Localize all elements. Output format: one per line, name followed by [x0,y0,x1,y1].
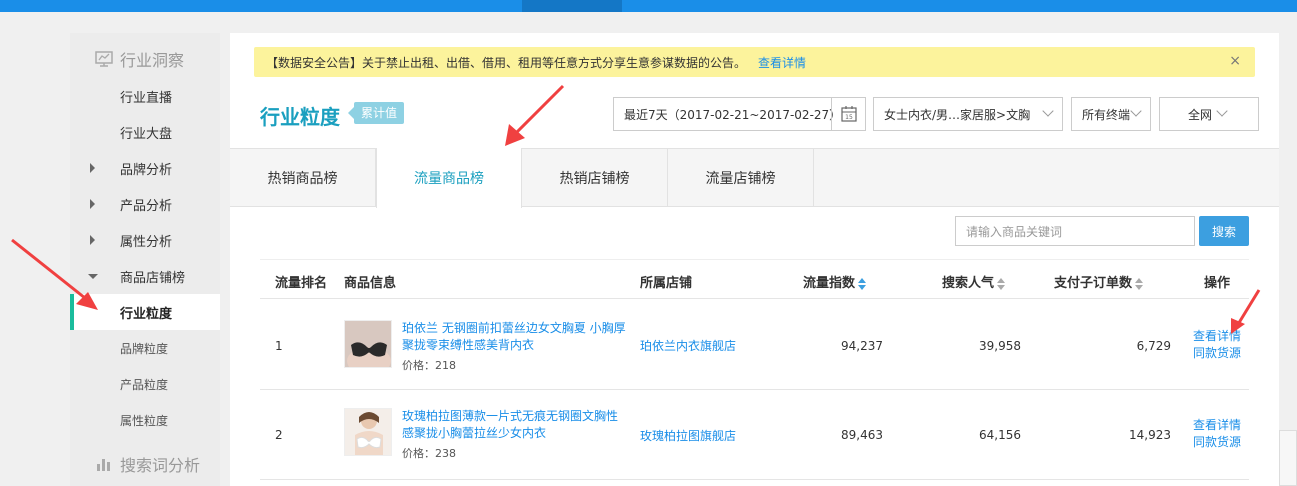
th-traffic[interactable]: 流量指数 [803,272,867,291]
sidebar-item-label: 品牌分析 [120,162,173,178]
chevron-down-icon [1042,105,1054,117]
sidebar-item-label: 行业直播 [120,90,173,106]
search-button[interactable]: 搜索 [1199,216,1249,246]
chevron-down-icon [1216,105,1228,117]
tab-hot-shops[interactable]: 热销店铺榜 [522,148,668,207]
row-rank: 1 [275,339,283,353]
main-panel: 【数据安全公告】关于禁止出租、出借、借用、租用等任意方式分享生意参谋数据的公告。… [230,33,1279,486]
sidebar-group-search-terms[interactable]: 搜索词分析 [70,446,220,482]
sidebar-item-label: 属性粒度 [120,413,169,428]
traffic-index: 89,463 [841,428,883,442]
th-product: 商品信息 [344,276,397,291]
sort-icon[interactable] [997,277,1006,290]
sidebar: 行业洞察 行业直播 行业大盘 品牌分析 产品分析 属性分析 商品店铺榜 行业粒度… [70,33,220,486]
sidebar-item-live[interactable]: 行业直播 [70,78,220,114]
bar-chart-icon [97,459,110,471]
th-rank: 流量排名 [275,276,328,291]
traffic-index: 94,237 [841,339,883,353]
svg-text:15: 15 [845,114,853,121]
th-ops: 操作 [1204,276,1231,291]
table-header: 流量排名 商品信息 所属店铺 流量指数 搜索人气 支付子订单数 操作 [260,259,1249,299]
expand-arrow-icon [90,235,95,245]
same-source-link[interactable]: 同款货源 [1192,345,1242,362]
row-rank: 2 [275,428,283,442]
paid-orders: 6,729 [1136,339,1171,353]
network-select[interactable]: 全网 [1159,97,1259,131]
sidebar-item-brand-granularity[interactable]: 品牌粒度 [70,330,220,366]
tab-traffic-products[interactable]: 流量商品榜 [376,148,522,208]
sidebar-item-attribute-analysis[interactable]: 属性分析 [70,222,220,258]
th-orders[interactable]: 支付子订单数 [1054,272,1144,291]
table-row: 2 玫瑰柏拉图薄款一片式无痕无钢圈文胸性感聚拢小胸蕾拉丝少女内衣 价格：238 … [260,390,1249,480]
table-row: 1 珀依兰 无钢圈前扣蕾丝边女文胸夏 小胸厚聚拢零束缚性感美背内衣 价格：218… [260,300,1249,390]
tab-traffic-shops[interactable]: 流量店铺榜 [668,148,814,207]
sidebar-item-brand-analysis[interactable]: 品牌分析 [70,150,220,186]
sidebar-item-label: 属性分析 [120,234,173,250]
tab-hot-products[interactable]: 热销商品榜 [230,148,376,207]
sidebar-item-label: 产品粒度 [120,377,169,392]
search-popularity: 39,958 [979,339,1021,353]
product-price: 价格：238 [402,447,456,460]
floating-side-widget[interactable] [1279,430,1297,486]
expand-arrow-icon [90,199,95,209]
sidebar-item-overview[interactable]: 行业大盘 [70,114,220,150]
sidebar-group-industry[interactable]: 行业洞察 [70,41,220,77]
search-input[interactable]: 请输入商品关键词 [955,216,1195,246]
date-range-select[interactable]: 最近7天（2017-02-21~2017-02-27） 15 [613,97,866,131]
calendar-icon[interactable]: 15 [831,98,865,130]
category-value: 女士内衣/男…家居服>文胸 [884,107,1031,122]
sidebar-item-product-analysis[interactable]: 产品分析 [70,186,220,222]
shop-link[interactable]: 玫瑰柏拉图旗舰店 [640,427,736,444]
sidebar-item-product-granularity[interactable]: 产品粒度 [70,366,220,402]
product-name-link[interactable]: 珀依兰 无钢圈前扣蕾丝边女文胸夏 小胸厚聚拢零束缚性感美背内衣 [402,320,627,354]
date-range-value: 最近7天（2017-02-21~2017-02-27） [624,107,842,122]
th-search-label: 搜索人气 [942,276,995,291]
sort-icon[interactable] [858,277,867,290]
product-thumbnail[interactable] [344,408,392,456]
notice-text: 【数据安全公告】关于禁止出租、出借、借用、租用等任意方式分享生意参谋数据的公告。 [266,55,747,70]
chevron-down-icon [1130,105,1142,117]
paid-orders: 14,923 [1129,428,1171,442]
search-popularity: 64,156 [979,428,1021,442]
th-traffic-label: 流量指数 [803,276,856,291]
page-title: 行业粒度 [260,105,340,129]
tab-bar: 热销商品榜 流量商品榜 热销店铺榜 流量店铺榜 [230,148,1279,208]
sidebar-item-ranking[interactable]: 商品店铺榜 [70,258,220,294]
shop-link[interactable]: 珀依兰内衣旗舰店 [640,337,736,354]
th-search[interactable]: 搜索人气 [942,272,1006,291]
top-nav-active-tab[interactable] [522,0,622,12]
sidebar-item-attribute-granularity[interactable]: 属性粒度 [70,402,220,438]
network-value: 全网 [1188,107,1213,122]
notice-detail-link[interactable]: 查看详情 [758,54,806,71]
top-nav-bar [0,0,1297,12]
product-thumbnail[interactable] [344,320,392,368]
cumulative-badge: 累计值 [347,102,405,124]
collapse-arrow-icon [88,274,98,279]
same-source-link[interactable]: 同款货源 [1192,434,1242,451]
terminal-value: 所有终端 [1082,107,1131,122]
close-icon[interactable]: × [1229,53,1241,69]
th-shop: 所属店铺 [640,276,693,291]
sidebar-item-label: 产品分析 [120,198,173,214]
sidebar-item-label: 品牌粒度 [120,341,169,356]
sort-icon[interactable] [1135,277,1144,290]
product-price: 价格：218 [402,359,456,372]
view-detail-link[interactable]: 查看详情 [1192,328,1242,345]
th-orders-label: 支付子订单数 [1054,276,1133,291]
sidebar-item-label: 行业粒度 [120,306,173,322]
sidebar-item-label: 行业大盘 [120,126,173,142]
sidebar-item-industry-granularity[interactable]: 行业粒度 [70,294,220,330]
view-detail-link[interactable]: 查看详情 [1192,417,1242,434]
sidebar-item-label: 商品店铺榜 [120,270,186,286]
expand-arrow-icon [90,163,95,173]
terminal-select[interactable]: 所有终端 [1071,97,1151,131]
sidebar-group-label: 搜索词分析 [120,456,201,475]
category-select[interactable]: 女士内衣/男…家居服>文胸 [873,97,1063,131]
monitor-chart-icon [95,51,113,67]
product-name-link[interactable]: 玫瑰柏拉图薄款一片式无痕无钢圈文胸性感聚拢小胸蕾拉丝少女内衣 [402,408,627,442]
notice-bar: 【数据安全公告】关于禁止出租、出借、借用、租用等任意方式分享生意参谋数据的公告。… [254,47,1255,77]
sidebar-group-label: 行业洞察 [120,51,185,70]
